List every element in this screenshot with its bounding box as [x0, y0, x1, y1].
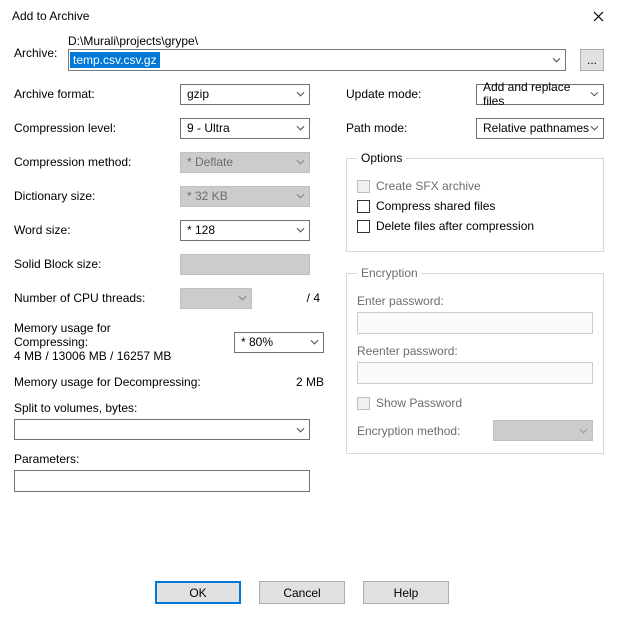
help-label: Help — [394, 586, 419, 600]
chevron-down-icon — [579, 428, 588, 434]
ok-button[interactable]: OK — [155, 581, 241, 604]
cpu-threads-total: / 4 — [252, 291, 324, 305]
chevron-down-icon — [310, 339, 319, 345]
chevron-down-icon — [296, 159, 305, 165]
solid-block-size-label: Solid Block size: — [14, 257, 180, 271]
path-mode-combo[interactable]: Relative pathnames — [476, 118, 604, 139]
split-label: Split to volumes, bytes: — [14, 401, 324, 415]
compression-method-value: * Deflate — [187, 155, 233, 169]
chevron-down-icon — [547, 50, 565, 70]
dictionary-size-value: * 32 KB — [187, 189, 228, 203]
archive-path: D:\Murali\projects\grype\ — [68, 34, 604, 48]
encryption-method-label: Encryption method: — [357, 424, 485, 438]
mem-compress-value: * 80% — [241, 335, 273, 349]
sfx-checkbox — [357, 180, 370, 193]
help-button[interactable]: Help — [363, 581, 449, 604]
show-password-checkbox — [357, 397, 370, 410]
compression-level-label: Compression level: — [14, 121, 180, 135]
archive-filename: temp.csv.csv.gz — [70, 52, 160, 68]
archive-format-combo[interactable]: gzip — [180, 84, 310, 105]
update-mode-value: Add and replace files — [483, 80, 590, 108]
split-combo[interactable] — [14, 419, 310, 440]
parameters-input[interactable] — [14, 470, 310, 492]
cancel-button[interactable]: Cancel — [259, 581, 345, 604]
encryption-method-combo — [493, 420, 593, 441]
dictionary-size-combo[interactable]: * 32 KB — [180, 186, 310, 207]
archive-format-value: gzip — [187, 87, 209, 101]
reenter-password-input — [357, 362, 593, 384]
path-mode-value: Relative pathnames — [483, 121, 589, 135]
mem-decompress-value: 2 MB — [296, 375, 324, 389]
chevron-down-icon — [296, 193, 305, 199]
chevron-down-icon — [296, 227, 305, 233]
update-mode-label: Update mode: — [346, 87, 476, 101]
enter-password-input — [357, 312, 593, 334]
close-button[interactable] — [590, 8, 606, 24]
show-password-label: Show Password — [376, 396, 462, 410]
close-icon — [593, 11, 604, 22]
archive-filename-combo[interactable]: temp.csv.csv.gz — [68, 49, 566, 71]
word-size-label: Word size: — [14, 223, 180, 237]
parameters-label: Parameters: — [14, 452, 324, 466]
browse-button[interactable]: ... — [580, 49, 604, 71]
enter-password-label: Enter password: — [357, 294, 593, 308]
compression-level-combo[interactable]: 9 - Ultra — [180, 118, 310, 139]
dialog-window: Add to Archive Archive: D:\Murali\projec… — [0, 0, 618, 618]
options-fieldset: Options Create SFX archive Compress shar… — [346, 151, 604, 252]
mem-compress-sub: 4 MB / 13006 MB / 16257 MB — [14, 349, 180, 363]
browse-label: ... — [587, 53, 597, 67]
cancel-label: Cancel — [283, 586, 320, 600]
options-legend: Options — [357, 151, 406, 165]
encryption-legend: Encryption — [357, 266, 422, 280]
chevron-down-icon — [296, 427, 305, 433]
mem-compress-combo[interactable]: * 80% — [234, 332, 324, 353]
dictionary-size-label: Dictionary size: — [14, 189, 180, 203]
chevron-down-icon — [296, 91, 305, 97]
chevron-down-icon — [296, 125, 305, 131]
cpu-threads-label: Number of CPU threads: — [14, 291, 180, 305]
path-mode-label: Path mode: — [346, 121, 476, 135]
archive-format-label: Archive format: — [14, 87, 180, 101]
update-mode-combo[interactable]: Add and replace files — [476, 84, 604, 105]
mem-decompress-label: Memory usage for Decompressing: — [14, 375, 201, 389]
chevron-down-icon — [590, 91, 599, 97]
delete-after-label: Delete files after compression — [376, 219, 534, 233]
compress-shared-checkbox[interactable] — [357, 200, 370, 213]
reenter-password-label: Reenter password: — [357, 344, 593, 358]
chevron-down-icon — [238, 295, 247, 301]
sfx-label: Create SFX archive — [376, 179, 481, 193]
ok-label: OK — [189, 586, 206, 600]
cpu-threads-combo — [180, 288, 252, 309]
word-size-value: * 128 — [187, 223, 215, 237]
dialog-title: Add to Archive — [12, 9, 89, 23]
compression-method-label: Compression method: — [14, 155, 180, 169]
titlebar: Add to Archive — [0, 0, 618, 28]
encryption-fieldset: Encryption Enter password: Reenter passw… — [346, 266, 604, 454]
solid-block-size-combo — [180, 254, 310, 275]
compression-method-combo[interactable]: * Deflate — [180, 152, 310, 173]
archive-label: Archive: — [14, 34, 68, 60]
compress-shared-label: Compress shared files — [376, 199, 495, 213]
chevron-down-icon — [590, 125, 599, 131]
mem-compress-label: Memory usage for Compressing: — [14, 321, 180, 349]
compression-level-value: 9 - Ultra — [187, 121, 230, 135]
word-size-combo[interactable]: * 128 — [180, 220, 310, 241]
delete-after-checkbox[interactable] — [357, 220, 370, 233]
